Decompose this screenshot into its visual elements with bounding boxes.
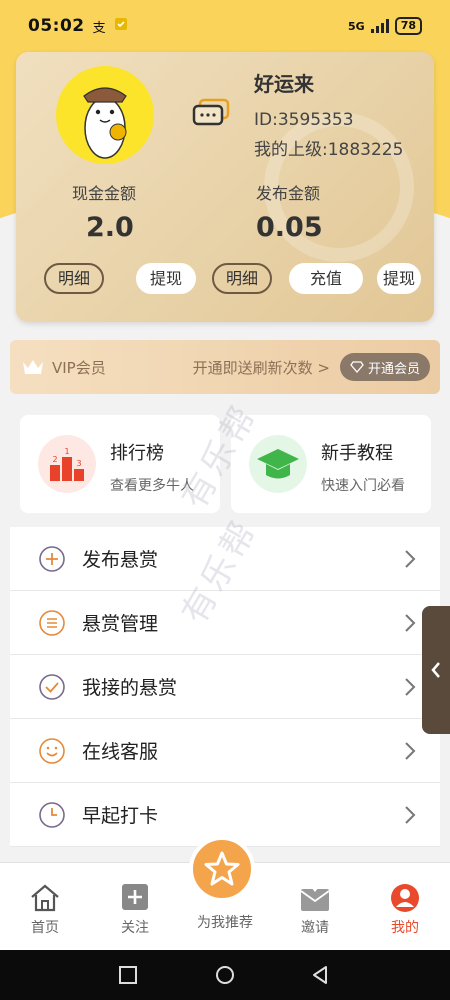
avatar[interactable] (56, 66, 154, 164)
menu-label: 我接的悬赏 (82, 677, 178, 699)
tab-mine[interactable]: 我的 (370, 877, 440, 937)
open-vip-label: 开通会员 (367, 361, 420, 377)
menu-label: 在线客服 (82, 741, 159, 763)
cash-value: 2.0 (86, 212, 134, 243)
check-circle-icon (39, 673, 65, 700)
menu-item-accepted-rewards[interactable]: 我接的悬赏 (10, 655, 440, 719)
open-vip-button[interactable]: 开通会员 (339, 353, 430, 381)
user-id: ID:3595353 (254, 110, 354, 130)
tab-label: 我的 (391, 920, 419, 936)
chevron-right-icon (405, 678, 416, 696)
clock-icon (39, 801, 65, 828)
tab-label: 关注 (121, 920, 149, 936)
plus-circle-icon (39, 545, 65, 572)
signal-icon (370, 19, 389, 33)
chevron-right-icon (405, 614, 416, 632)
username: 好运来 (254, 72, 314, 96)
battery-indicator: 78 (394, 17, 422, 35)
cash-detail-button[interactable]: 明细 (44, 263, 105, 294)
message-icon[interactable] (192, 98, 232, 130)
diamond-icon (350, 361, 364, 373)
graduation-cap-icon (249, 435, 307, 493)
status-time: 05:02 (28, 16, 85, 36)
withdraw-button-2[interactable]: 提现 (377, 263, 422, 294)
recommend-button[interactable] (189, 836, 255, 902)
system-nav-bar (0, 950, 450, 1000)
svg-text:3: 3 (76, 459, 81, 468)
chevron-right-icon (405, 742, 416, 760)
chevron-left-icon (431, 662, 440, 678)
chevron-right-icon (405, 550, 416, 568)
tab-follow[interactable]: 关注 (100, 877, 170, 937)
tab-label: 首页 (31, 920, 59, 936)
menu-label: 早起打卡 (82, 805, 159, 827)
home-button-icon[interactable] (215, 965, 235, 985)
smile-icon (39, 737, 65, 764)
tutorial-card[interactable]: 新手教程 快速入门必看 (231, 415, 431, 513)
user-icon (391, 884, 419, 912)
side-drawer-handle[interactable] (422, 606, 450, 734)
menu-label: 悬赏管理 (82, 613, 159, 635)
recharge-button[interactable]: 充值 (289, 263, 363, 294)
ranking-title: 排行榜 (110, 443, 164, 464)
svg-text:1: 1 (64, 447, 69, 456)
tutorial-title: 新手教程 (321, 443, 393, 464)
vip-banner[interactable]: VIP会员 开通即送刷新次数 > 开通会员 (10, 340, 440, 394)
envelope-icon (300, 885, 330, 911)
list-circle-icon (39, 609, 65, 636)
svg-text:2: 2 (52, 455, 57, 464)
superior-id: 我的上级:1883225 (254, 140, 404, 160)
chevron-right-icon (405, 806, 416, 824)
tab-home[interactable]: 首页 (10, 877, 80, 937)
network-label: 5G (348, 19, 365, 33)
plus-square-icon (122, 884, 148, 910)
notification-icon (114, 17, 128, 35)
publish-label: 发布金额 (256, 184, 321, 203)
menu-label: 发布悬赏 (82, 549, 159, 571)
alipay-icon: 支 (92, 20, 106, 36)
tab-invite[interactable]: 邀请 (280, 877, 350, 937)
cash-label: 现金金额 (72, 184, 137, 203)
recommend-label: 为我推荐 (197, 915, 253, 931)
status-bar: 05:02 支 5G 78 (0, 0, 450, 52)
recent-apps-icon[interactable] (118, 965, 138, 985)
withdraw-button[interactable]: 提现 (136, 263, 197, 294)
tab-label: 邀请 (301, 920, 329, 936)
profile-card: 好运来 ID:3595353 我的上级:1883225 现金金额 2.0 发布金… (16, 52, 434, 322)
vip-label: VIP会员 (52, 358, 106, 377)
crown-icon (23, 360, 43, 374)
back-icon[interactable] (310, 965, 330, 985)
star-icon (204, 851, 240, 886)
publish-value: 0.05 (256, 212, 323, 243)
vip-promo[interactable]: 开通即送刷新次数 > (193, 357, 330, 378)
publish-detail-button[interactable]: 明细 (212, 263, 273, 294)
home-icon (31, 884, 59, 912)
tutorial-subtitle: 快速入门必看 (321, 478, 405, 494)
podium-icon: 2 1 3 (38, 435, 96, 493)
menu-item-online-service[interactable]: 在线客服 (10, 719, 440, 783)
